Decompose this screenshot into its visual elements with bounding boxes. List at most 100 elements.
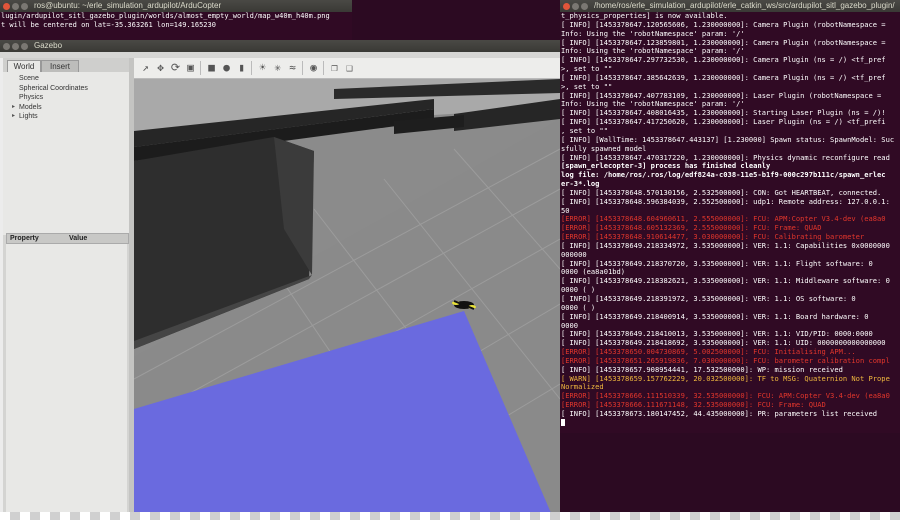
terminal-line: Info: Using the 'robotNamespace' param: … bbox=[561, 29, 745, 38]
terminal-line: [ERROR] [1453378666.111510339, 32.535000… bbox=[561, 392, 890, 401]
world-tree: Scene Spherical Coordinates Physics ▸ Mod… bbox=[3, 72, 129, 235]
terminal-line: lugin/ardupilot_sitl_gazebo_plugin/world… bbox=[1, 12, 330, 20]
terminal-line: [ERROR] [1453378650.004730869, 5.0025000… bbox=[561, 348, 856, 357]
terminal-line: [ INFO] [1453378647.417250620, 1.2300000… bbox=[561, 118, 886, 127]
box-icon[interactable]: ■ bbox=[205, 61, 218, 74]
terminal-line: , set to "" bbox=[561, 126, 608, 135]
screenshot-icon[interactable]: ◉ bbox=[307, 61, 320, 74]
expand-arrow-icon[interactable]: ▸ bbox=[12, 103, 15, 113]
tree-item-label: Lights bbox=[19, 113, 38, 120]
terminal-line: [ERROR] [1453378648.910614477, 3.0300000… bbox=[561, 233, 865, 242]
minimize-icon[interactable] bbox=[12, 3, 19, 10]
terminal-line: [ERROR] [1453378648.605132369, 2.5550000… bbox=[561, 224, 822, 233]
terminal-line: [ INFO] [1453378649.218370720, 3.5350000… bbox=[561, 259, 873, 268]
tree-item-physics[interactable]: Physics bbox=[3, 93, 129, 103]
tree-item-spherical-coordinates[interactable]: Spherical Coordinates bbox=[3, 84, 129, 94]
select-arrow-icon[interactable]: ↗ bbox=[139, 61, 152, 74]
terminal-window-arducopter[interactable]: ros@ubuntu: ~/erle_simulation_ardupilot/… bbox=[0, 0, 352, 40]
terminal-line: log file: /home/ros/.ros/log/edf824a-c03… bbox=[561, 171, 886, 180]
terminal-line: [ INFO] [1453378648.596384039, 2.5525000… bbox=[561, 197, 890, 206]
property-table-header: Property Value bbox=[6, 233, 129, 244]
terminal-line: [ INFO] [1453378647.385642639, 1.2300000… bbox=[561, 73, 886, 82]
transparency-strip bbox=[0, 512, 900, 520]
terminal-line: [ INFO] [1453378649.218400914, 3.5350000… bbox=[561, 312, 869, 321]
expand-arrow-icon[interactable]: ▸ bbox=[12, 112, 15, 122]
terminal-line: [ INFO] [WallTime: 1453378647.443137] [1… bbox=[561, 135, 895, 144]
terminal-line: [ INFO] [1453378647.470317220, 1.2300000… bbox=[561, 153, 890, 162]
tree-item-scene[interactable]: Scene bbox=[3, 74, 129, 84]
terminal-line: [ INFO] [1453378647.120565606, 1.2300000… bbox=[561, 20, 886, 29]
terminal-line: 0000 bbox=[561, 321, 579, 330]
terminal-line: sfully spawned model bbox=[561, 144, 647, 153]
tree-item-models[interactable]: ▸ Models bbox=[3, 103, 129, 113]
terminal-line: [spawn_erlecopter-3] process has finishe… bbox=[561, 162, 771, 171]
terminal-line: >, set to "" bbox=[561, 82, 613, 91]
terminal-output[interactable]: t_physics_properties] is now available.[… bbox=[560, 12, 900, 428]
rotate-icon[interactable]: ⟳ bbox=[169, 61, 182, 74]
tree-item-label: Models bbox=[19, 103, 42, 111]
maximize-icon[interactable] bbox=[21, 3, 28, 10]
value-column-header[interactable]: Value bbox=[69, 234, 87, 243]
terminal-line: [ERROR] [1453378666.111671148, 32.535000… bbox=[561, 401, 826, 410]
toolbar-divider bbox=[323, 61, 324, 75]
close-icon[interactable] bbox=[563, 3, 570, 10]
gazebo-titlebar[interactable]: Gazebo bbox=[0, 40, 560, 52]
terminal-line: [ERROR] [1453378651.265919836, 7.0300000… bbox=[561, 356, 890, 365]
terminal-titlebar[interactable]: /home/ros/erle_simulation_ardupilot/erle… bbox=[560, 0, 900, 12]
translate-icon[interactable]: ✥ bbox=[154, 61, 167, 74]
terminal-prompt-line[interactable] bbox=[560, 419, 900, 428]
terminal-title: /home/ros/erle_simulation_ardupilot/erle… bbox=[594, 1, 895, 10]
terminal-line: Info: Using the 'robotNamespace' param: … bbox=[561, 47, 745, 56]
left-panel: World Insert Scene Spherical Coordinates… bbox=[3, 58, 130, 520]
terminal-window-ros[interactable]: /home/ros/erle_simulation_ardupilot/erle… bbox=[560, 0, 900, 433]
terminal-line: [ INFO] [1453378649.218382621, 3.5350000… bbox=[561, 277, 890, 286]
terminal-line: er-3*.log bbox=[561, 180, 600, 189]
terminal-line: >, set to "" bbox=[561, 65, 613, 74]
maximize-icon[interactable] bbox=[581, 3, 588, 10]
paste-icon[interactable]: ❑ bbox=[343, 61, 356, 74]
terminal-line: 50 bbox=[561, 206, 570, 215]
copy-icon[interactable]: ❐ bbox=[328, 61, 341, 74]
tree-item-label: Physics bbox=[19, 94, 44, 101]
sun-light-icon[interactable]: ☀ bbox=[256, 61, 269, 74]
cylinder-icon[interactable]: ▮ bbox=[235, 61, 248, 74]
terminal-line: [ INFO] [1453378647.297732530, 1.2300000… bbox=[561, 56, 886, 65]
minimize-icon[interactable] bbox=[572, 3, 579, 10]
terminal-line: [ INFO] [1453378648.570130156, 2.5325000… bbox=[561, 188, 882, 197]
maximize-icon[interactable] bbox=[21, 43, 28, 50]
tree-item-label: Spherical Coordinates bbox=[19, 84, 88, 92]
close-icon[interactable] bbox=[3, 3, 10, 10]
terminal-title: ros@ubuntu: ~/erle_simulation_ardupilot/… bbox=[34, 1, 222, 10]
tree-item-lights[interactable]: ▸ Lights bbox=[3, 112, 129, 122]
terminal-line: [ERROR] [1453378648.604960611, 2.5550000… bbox=[561, 215, 886, 224]
terminal-titlebar[interactable]: ros@ubuntu: ~/erle_simulation_ardupilot/… bbox=[0, 0, 352, 12]
toolbar-divider bbox=[200, 61, 201, 75]
terminal-line: [ INFO] [1453378647.123859801, 1.2300000… bbox=[561, 38, 886, 47]
minimize-icon[interactable] bbox=[12, 43, 19, 50]
property-table bbox=[6, 244, 127, 519]
toolbar-divider bbox=[251, 61, 252, 75]
terminal-line: [ WARN] [1453378659.157762229, 20.032500… bbox=[561, 374, 890, 383]
terminal-line: [ INFO] [1453378647.408016435, 1.2300000… bbox=[561, 109, 886, 118]
property-column-header[interactable]: Property bbox=[10, 234, 39, 243]
close-icon[interactable] bbox=[3, 43, 10, 50]
terminal-line: [ INFO] [1453378657.908954441, 17.532500… bbox=[561, 365, 843, 374]
terminal-line: 0000 ( ) bbox=[561, 286, 596, 295]
point-light-icon[interactable]: ✳ bbox=[271, 61, 284, 74]
terminal-line: 000000 bbox=[561, 250, 587, 259]
terminal-line: 0000 ( ) bbox=[561, 303, 596, 312]
toolbar-divider bbox=[302, 61, 303, 75]
spot-light-icon[interactable]: ≈ bbox=[286, 61, 299, 74]
terminal-line: [ INFO] [1453378647.407783109, 1.2300000… bbox=[561, 91, 882, 100]
terminal-line: [ INFO] [1453378673.180147452, 44.435000… bbox=[561, 409, 878, 418]
scene-viewport[interactable] bbox=[134, 79, 560, 520]
window-controls bbox=[563, 2, 590, 12]
gazebo-title: Gazebo bbox=[34, 41, 63, 50]
terminal-line: [ INFO] [1453378649.218391972, 3.5350000… bbox=[561, 295, 856, 303]
window-controls bbox=[3, 42, 30, 52]
sphere-icon[interactable]: ● bbox=[220, 61, 233, 74]
terminal-line: t will be centered on lat=-35.363261 lon… bbox=[1, 21, 216, 29]
scale-icon[interactable]: ▣ bbox=[184, 61, 197, 74]
terminal-line: 0000 (ea8a01bd) bbox=[561, 268, 626, 277]
terminal-line: t_physics_properties] is now available. bbox=[561, 12, 728, 20]
